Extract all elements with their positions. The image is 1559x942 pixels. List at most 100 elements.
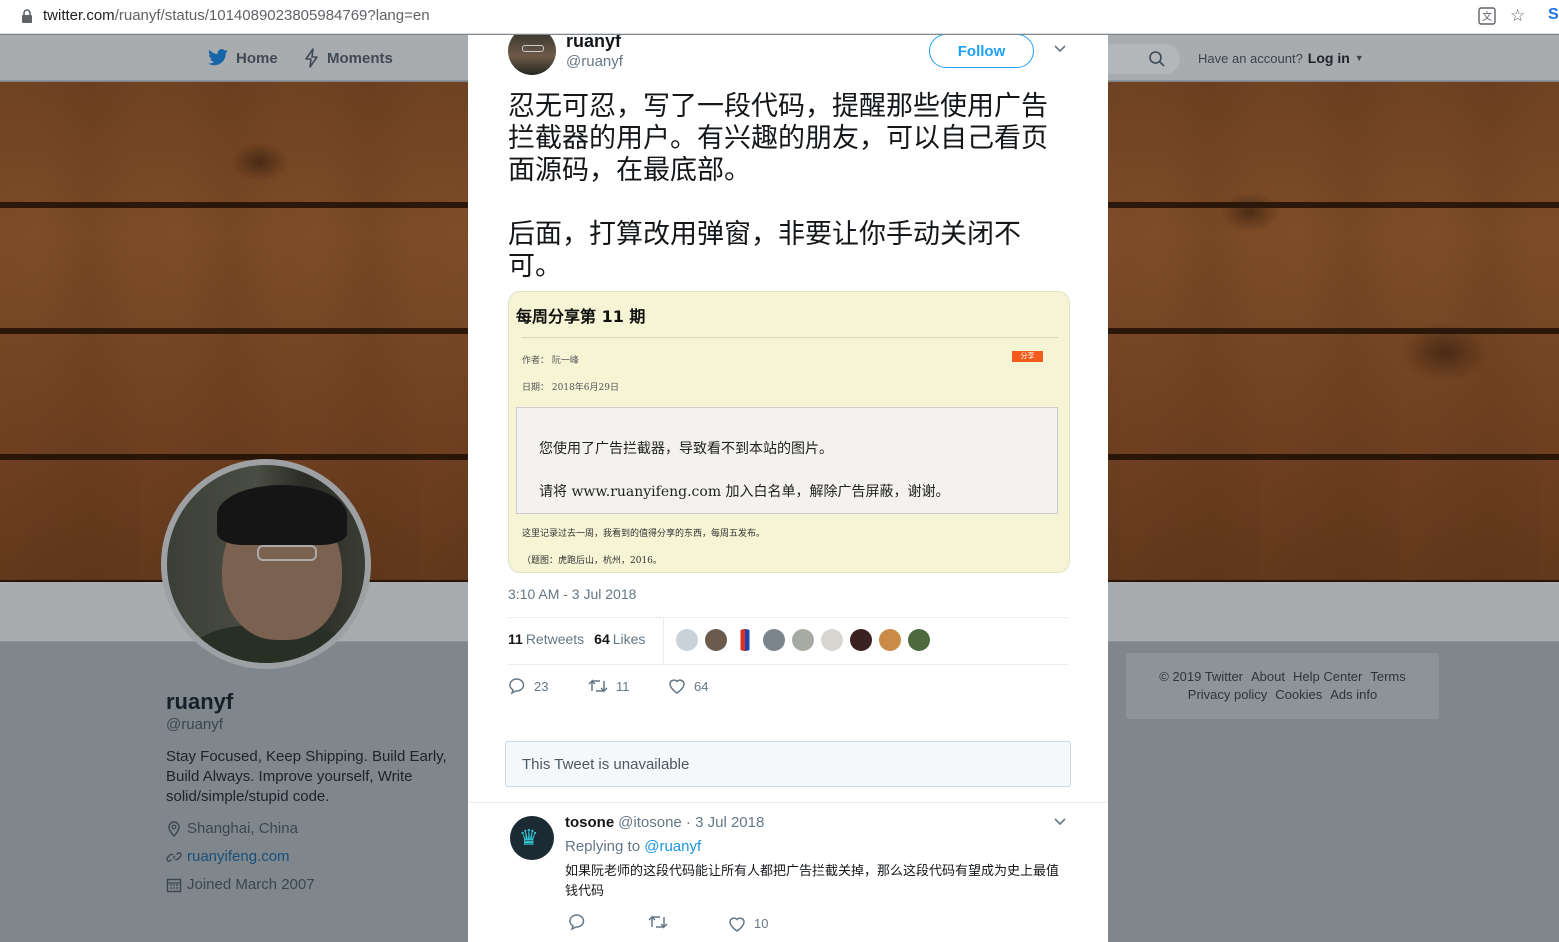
reply-author-avatar[interactable]: ♛ — [510, 816, 554, 860]
login-link[interactable]: Log in — [1308, 50, 1350, 66]
liker-avatar[interactable] — [792, 629, 814, 651]
liker-avatar[interactable] — [879, 629, 901, 651]
tweet-paragraph: 忍无可忍，写了一段代码，提醒那些使用广告 拦截器的用户。有兴趣的朋友，可以自己看… — [508, 91, 1048, 186]
chevron-down-icon[interactable] — [1053, 816, 1067, 826]
replying-to: Replying to @ruanyf — [565, 838, 701, 855]
likes-label: Likes — [612, 631, 646, 647]
search-input[interactable] — [1100, 44, 1180, 74]
liker-avatars — [676, 629, 930, 651]
profile-website[interactable]: ruanyifeng.com — [166, 848, 290, 865]
footer-cookies-link[interactable]: Cookies — [1275, 687, 1322, 702]
svg-text:文: 文 — [1482, 10, 1492, 23]
liker-avatar[interactable] — [908, 629, 930, 651]
tweet-text: 忍无可忍，写了一段代码，提醒那些使用广告 拦截器的用户。有兴趣的朋友，可以自己看… — [508, 91, 1068, 283]
profile-handle[interactable]: @ruanyf — [166, 716, 223, 733]
retweet-count: 11 — [616, 678, 630, 694]
divider — [508, 617, 1068, 618]
card-footer-text: （题图：虎跑后山，杭州，2016。 — [522, 556, 662, 566]
profile-joined: Joined March 2007 — [166, 876, 315, 893]
nav-moments[interactable]: Moments — [304, 35, 393, 81]
search-icon[interactable] — [1148, 50, 1166, 68]
tweet-image-card[interactable]: 每周分享第 11 期 作者： 阮一峰 日期： 2018年6月29日 分享 您使用… — [508, 291, 1070, 573]
notice-line: 请将 www.ruanyifeng.com 加入白名单，解除广告屏蔽，谢谢。 — [539, 484, 950, 500]
reply-like-action[interactable]: 10 — [728, 916, 768, 932]
twitter-bird-icon — [208, 49, 228, 66]
footer-ads-link[interactable]: Ads info — [1330, 687, 1377, 702]
profile-location-text: Shanghai, China — [187, 820, 298, 837]
reply-author-name[interactable]: tosone — [565, 814, 614, 831]
card-footer-text: 这里记录过去一周，我看到的值得分享的东西，每周五发布。 — [522, 529, 766, 539]
tweet-modal: ruanyf @ruanyf Follow 忍无可忍，写了一段代码，提醒那些使用… — [468, 35, 1108, 942]
avatar-glasses — [522, 45, 544, 52]
reply-retweet-action[interactable] — [648, 914, 728, 933]
reply-icon — [569, 914, 585, 931]
footer-help-link[interactable]: Help Center — [1293, 669, 1362, 684]
card-share-badge: 分享 — [1012, 351, 1043, 362]
profile-bio: Stay Focused, Keep Shipping. Build Early… — [166, 748, 447, 805]
chevron-down-icon: ▼ — [1354, 53, 1364, 63]
reply-reply-action[interactable] — [568, 913, 648, 934]
adblock-notice: 您使用了广告拦截器，导致看不到本站的图片。 请将 www.ruanyifeng.… — [516, 407, 1058, 514]
wood-knot — [1400, 322, 1490, 382]
reply-text: 如果阮老师的这段代码能让所有人都把广告拦截关掉，那么这段代码有望成为史上最值钱代… — [565, 864, 1060, 899]
liker-avatar[interactable] — [676, 629, 698, 651]
account-menu[interactable]: Have an account? Log in ▼ — [1198, 35, 1364, 81]
reply-meta[interactable]: @itosone · 3 Jul 2018 — [618, 814, 764, 831]
heart-icon — [669, 679, 685, 694]
footer-privacy-link[interactable]: Privacy policy — [1188, 687, 1267, 702]
crown-icon: ♛ — [519, 825, 539, 850]
profile-joined-text: Joined March 2007 — [187, 876, 315, 893]
retweets-label: Retweets — [525, 631, 585, 647]
divider — [508, 664, 1068, 665]
tweet-author-avatar[interactable] — [508, 35, 556, 75]
wood-knot — [230, 142, 290, 182]
footer-about-link[interactable]: About — [1251, 669, 1285, 684]
liker-avatar[interactable] — [850, 629, 872, 651]
likes-count: 64 — [594, 631, 610, 647]
follow-button[interactable]: Follow — [929, 35, 1034, 68]
likes-stat[interactable]: 64 Likes — [594, 631, 645, 647]
retweet-action[interactable]: 11 — [588, 678, 668, 694]
footer-copyright: © 2019 Twitter — [1159, 669, 1244, 684]
reply-count: 23 — [534, 678, 549, 694]
replying-to-link[interactable]: @ruanyf — [644, 838, 701, 855]
profile-website-link[interactable]: ruanyifeng.com — [187, 848, 290, 865]
profile-avatar-photo — [167, 465, 365, 663]
liker-avatar[interactable] — [705, 629, 727, 651]
bookmark-star-icon[interactable]: ☆ — [1510, 6, 1525, 26]
nav-home[interactable]: Home — [207, 35, 278, 81]
tweet-author-name[interactable]: ruanyf — [566, 35, 621, 52]
url-path: /ruanyf/status/1014089023805984769?lang=… — [114, 7, 430, 24]
avatar-hair — [217, 485, 347, 545]
chevron-down-icon[interactable] — [1053, 43, 1067, 53]
url-host: twitter.com — [43, 7, 115, 24]
liker-avatar[interactable] — [734, 629, 756, 651]
like-count: 64 — [694, 678, 709, 694]
reply-tweet[interactable]: ♛ tosone @itosone · 3 Jul 2018 Replying t… — [468, 802, 1108, 942]
profile-name[interactable]: ruanyf — [166, 689, 233, 715]
avatar-glasses — [257, 545, 317, 561]
browser-address-bar: twitter.com/ruanyf/status/10140890238059… — [0, 0, 1559, 34]
like-action[interactable]: 64 — [668, 678, 748, 694]
liker-avatar[interactable] — [821, 629, 843, 651]
retweets-stat[interactable]: 11 Retweets — [508, 631, 584, 647]
location-pin-icon — [168, 820, 180, 837]
calendar-icon — [166, 878, 182, 892]
extension-icon[interactable]: S — [1548, 6, 1559, 24]
card-title: 每周分享第 11 期 — [516, 307, 646, 326]
card-divider — [521, 337, 1058, 338]
profile-avatar[interactable] — [161, 459, 371, 669]
card-author: 作者： 阮一峰 — [522, 356, 579, 366]
reply-action[interactable]: 23 — [508, 677, 588, 695]
tweet-author-handle[interactable]: @ruanyf — [566, 53, 623, 70]
nav-moments-label: Moments — [327, 49, 393, 67]
translate-icon[interactable]: 文 — [1478, 7, 1496, 25]
footer-terms-link[interactable]: Terms — [1370, 669, 1405, 684]
retweet-icon — [588, 679, 608, 693]
notice-line: 您使用了广告拦截器，导致看不到本站的图片。 — [539, 441, 833, 457]
liker-avatar[interactable] — [763, 629, 785, 651]
tweet-paragraph: 后面，打算改用弹窗，非要让你手动关闭不 可。 — [508, 219, 1021, 282]
reply-header: tosone @itosone · 3 Jul 2018 — [565, 814, 764, 831]
tweet-timestamp[interactable]: 3:10 AM - 3 Jul 2018 — [508, 586, 636, 602]
url-field[interactable]: twitter.com/ruanyf/status/10140890238059… — [43, 7, 430, 24]
